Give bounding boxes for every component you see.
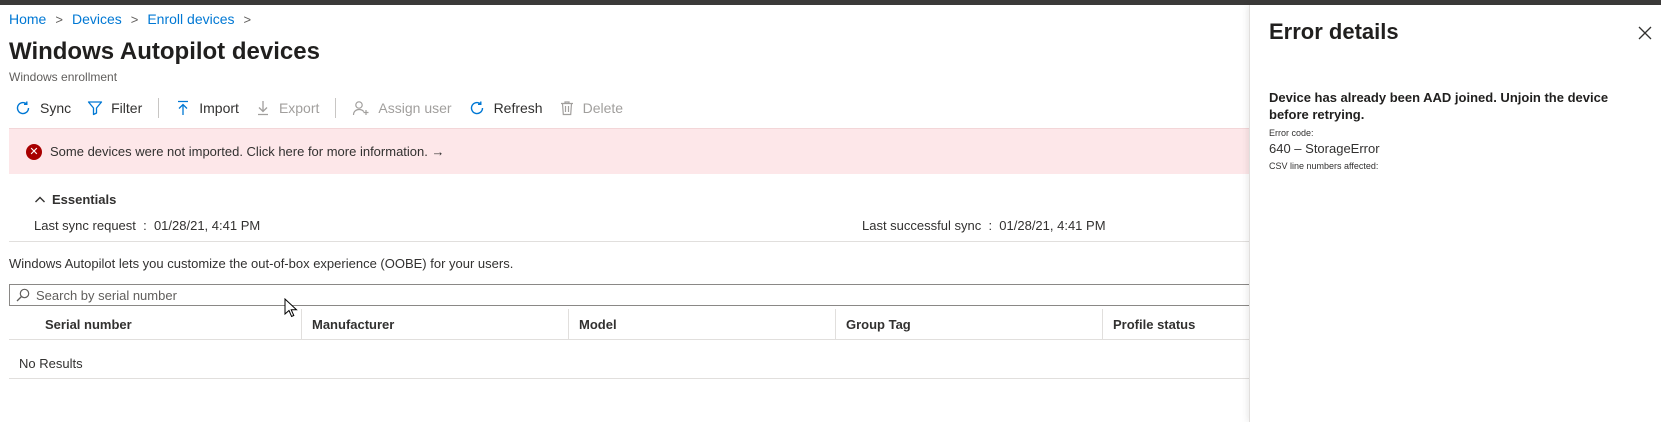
filter-icon [87, 101, 103, 116]
colon-separator: : [981, 218, 1000, 233]
breadcrumb: Home > Devices > Enroll devices > [9, 11, 260, 27]
column-header-group-tag[interactable]: Group Tag [835, 309, 1102, 340]
person-add-icon [353, 101, 369, 116]
page-title: Windows Autopilot devices [9, 38, 320, 65]
close-icon[interactable] [1637, 25, 1653, 41]
chevron-right-icon: > [243, 11, 252, 27]
last-sync-label: Last sync request [34, 218, 136, 233]
search-box[interactable]: Search by serial number [9, 284, 1249, 306]
delete-label: Delete [582, 100, 624, 116]
banner-message[interactable]: Some devices were not imported. Click he… [50, 144, 445, 159]
breadcrumb-home[interactable]: Home [9, 11, 46, 27]
sync-label: Sync [40, 100, 72, 116]
export-label: Export [278, 100, 320, 116]
main-content: Home > Devices > Enroll devices > Window… [0, 0, 1249, 417]
empty-state-text: No Results [19, 356, 83, 371]
search-icon [16, 288, 30, 302]
search-input[interactable]: Search by serial number [36, 288, 177, 303]
essentials-toggle[interactable]: Essentials [34, 192, 116, 207]
upload-icon [178, 100, 189, 115]
breadcrumb-enroll-devices[interactable]: Enroll devices [147, 11, 234, 27]
last-success-label: Last successful sync [862, 218, 982, 233]
command-bar: Sync Filter Import Export Assign user Re… [14, 96, 639, 120]
error-code-label: Error code: [1269, 128, 1314, 138]
assign-user-label: Assign user [378, 100, 452, 116]
breadcrumb-devices[interactable]: Devices [72, 11, 122, 27]
panel-title: Error details [1269, 19, 1399, 44]
csv-lines-label: CSV line numbers affected: [1269, 161, 1379, 171]
error-message: Device has already been AAD joined. Unjo… [1269, 90, 1609, 122]
essentials-divider [9, 241, 1249, 242]
chevron-up-icon [35, 196, 45, 202]
chevron-right-icon: > [55, 11, 63, 27]
error-code-value: 640 – StorageError [1269, 141, 1380, 156]
toolbar-divider [158, 98, 160, 118]
last-sync-value: 01/28/21, 4:41 PM [153, 218, 261, 233]
refresh-label: Refresh [493, 100, 543, 116]
refresh-button[interactable]: Refresh [468, 99, 543, 117]
chevron-right-icon: > [130, 11, 139, 27]
last-success-value: 01/28/21, 4:41 PM [999, 218, 1106, 233]
refresh-icon [470, 101, 483, 115]
essentials-label: Essentials [52, 192, 117, 207]
import-label: Import [199, 100, 239, 116]
import-button[interactable]: Import [175, 100, 239, 116]
table-divider [9, 378, 1249, 379]
column-header-model[interactable]: Model [568, 309, 835, 340]
sync-icon [16, 101, 30, 115]
description-text: Windows Autopilot lets you customize the… [9, 256, 514, 271]
export-button[interactable]: Export [255, 100, 319, 116]
error-banner[interactable]: ✕ Some devices were not imported. Click … [9, 128, 1249, 174]
column-header-profile-status[interactable]: Profile status [1102, 309, 1249, 340]
last-successful-sync: Last successful sync : 01/28/21, 4:41 PM [862, 218, 1106, 233]
sync-button[interactable]: Sync [14, 99, 71, 117]
page-subtitle: Windows enrollment [9, 70, 118, 84]
colon-separator: : [135, 218, 154, 233]
filter-label: Filter [111, 100, 143, 116]
column-header-manufacturer[interactable]: Manufacturer [301, 309, 568, 340]
delete-button[interactable]: Delete [559, 100, 623, 116]
assign-user-button[interactable]: Assign user [352, 100, 452, 116]
download-icon [257, 101, 268, 116]
table-header: Serial number Manufacturer Model Group T… [9, 309, 1249, 340]
error-details-panel: Error details Device has already been AA… [1249, 5, 1661, 422]
toolbar-divider [335, 98, 337, 118]
filter-button[interactable]: Filter [87, 100, 142, 116]
mouse-cursor-icon [284, 298, 298, 318]
error-circle-icon: ✕ [26, 143, 42, 160]
last-sync-request: Last sync request : 01/28/21, 4:41 PM [34, 218, 260, 233]
column-header-serial-number[interactable]: Serial number [9, 309, 301, 340]
trash-icon [560, 101, 573, 116]
